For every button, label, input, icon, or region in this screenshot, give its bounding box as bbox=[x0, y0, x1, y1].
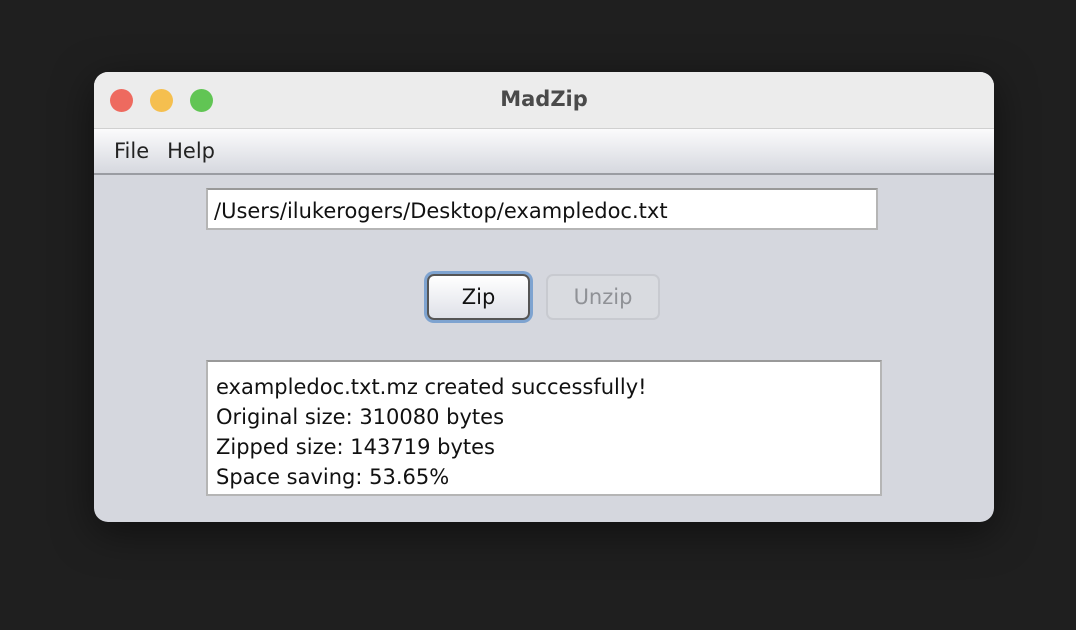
file-path-input[interactable]: /Users/ilukerogers/Desktop/exampledoc.tx… bbox=[206, 188, 878, 230]
window-title: MadZip bbox=[500, 87, 588, 111]
output-line: Zipped size: 143719 bytes bbox=[216, 435, 495, 459]
unzip-button[interactable]: Unzip bbox=[546, 274, 660, 320]
menu-help[interactable]: Help bbox=[167, 139, 215, 163]
output-line: Space saving: 53.65% bbox=[216, 465, 450, 489]
menu-bar: File Help bbox=[94, 129, 994, 175]
title-bar: MadZip bbox=[94, 72, 994, 129]
output-line: Original size: 310080 bytes bbox=[216, 405, 505, 429]
output-text-area[interactable]: exampledoc.txt.mz created successfully! … bbox=[206, 360, 882, 496]
menu-file[interactable]: File bbox=[114, 139, 149, 163]
zip-button[interactable]: Zip bbox=[427, 274, 530, 320]
app-window: MadZip File Help /Users/ilukerogers/Desk… bbox=[94, 72, 994, 522]
output-line: exampledoc.txt.mz created successfully! bbox=[216, 375, 647, 399]
